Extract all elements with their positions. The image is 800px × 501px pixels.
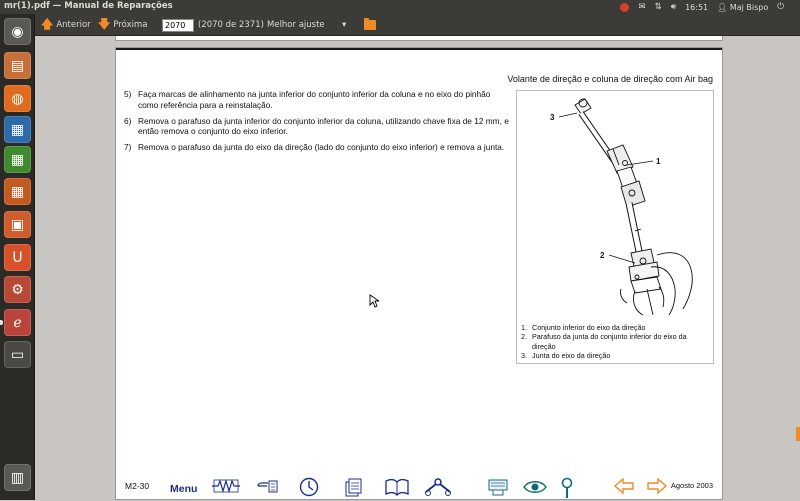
launcher-ubuntu-one[interactable]: U (4, 244, 31, 271)
dash-home-icon: ◉ (11, 23, 24, 40)
callout-1: 1 (656, 157, 661, 166)
legend-text: Parafuso da junta do conjunto inferior d… (532, 332, 687, 351)
legend-number: 2. (521, 332, 527, 342)
tools-icon[interactable] (423, 477, 453, 497)
figure-legend: 1. Conjunto inferior do eixo da direção 2.… (521, 323, 709, 360)
user-name: Maj Bispo (729, 2, 769, 12)
previous-page-label: Anterior (56, 20, 91, 30)
firefox-icon: ◍ (11, 90, 24, 107)
step-text: Faça marcas de alinhamento na junta infe… (138, 89, 491, 110)
arrow-up-icon: 🡅 (41, 16, 54, 31)
folder-icon (364, 18, 376, 30)
network-icon[interactable]: ⇅ (655, 2, 662, 12)
zoom-select[interactable]: Melhor ajuste (267, 14, 325, 36)
page-number-input[interactable] (162, 18, 194, 32)
volume-icon[interactable]: 🔊︎ (671, 2, 676, 12)
top-panel: mr(1).pdf — Manual de Reparações ✉ ⇅ 🔊︎ … (0, 0, 800, 14)
next-page-button[interactable]: 🡇 Próxima (98, 14, 147, 36)
launcher: ◉ ▤ ◍ ▦ ▦ ▦ ▣ U ⚙ ℯ ▭ ▥ (0, 14, 35, 500)
power-icon[interactable]: ⏻ (777, 2, 784, 12)
legend-number: 3. (521, 351, 527, 361)
forward-arrow-icon[interactable] (646, 477, 668, 495)
page-number: M2-30 (125, 481, 150, 491)
launcher-firefox[interactable]: ◍ (4, 85, 31, 112)
page-header-rule (116, 48, 722, 50)
running-indicator (0, 320, 3, 325)
impress-icon: ▦ (10, 183, 25, 200)
callout-2: 2 (600, 251, 605, 260)
step-number: 7) (124, 142, 132, 153)
next-page-label: Próxima (113, 20, 148, 30)
previous-page-strip (115, 36, 723, 41)
book-icon[interactable] (384, 477, 410, 497)
document-area[interactable]: Volante de direção e coluna de direção c… (35, 36, 800, 500)
launcher-software-center[interactable]: ▣ (4, 211, 31, 238)
launcher-document-viewer[interactable]: ℯ (4, 309, 31, 336)
mail-icon[interactable]: ✉ (638, 2, 645, 12)
wiring-diagram-icon[interactable] (211, 477, 241, 495)
files-icon: ▤ (10, 57, 25, 74)
launcher-calc[interactable]: ▦ (4, 146, 31, 173)
user-icon: 👤︎ (717, 2, 730, 12)
workspace-switcher-icon: ▭ (10, 346, 25, 363)
page-footer: M2-30 Menu Agosto 2003 (116, 473, 722, 501)
print-screen-icon[interactable] (487, 477, 509, 497)
ubuntu-one-icon: U (12, 249, 23, 266)
viewer-toolbar: 🡅 Anterior 🡇 Próxima (2070 de 2371) Melh… (35, 14, 800, 36)
pointing-hand-icon[interactable] (256, 477, 280, 495)
legend-item: 3. Junta do eixo da direção (521, 351, 709, 360)
pdf-page: Volante de direção e coluna de direção c… (115, 47, 723, 500)
notification-icon[interactable] (620, 2, 630, 12)
launcher-files[interactable]: ▤ (4, 52, 31, 79)
steering-shaft-illustration: 3 1 2 (550, 98, 693, 316)
user-menu[interactable]: 👤︎ Maj Bispo (717, 3, 768, 12)
legend-text: Junta do eixo da direção (532, 351, 611, 361)
magnifier-icon[interactable] (559, 477, 575, 499)
step-text: Remova o parafuso da junta inferior do c… (138, 115, 509, 137)
step-number: 6) (124, 115, 132, 126)
open-folder-button[interactable] (364, 14, 376, 36)
calc-icon: ▦ (10, 151, 25, 168)
clock[interactable]: 16:51 (685, 3, 708, 12)
previous-page-button[interactable]: 🡅 Anterior (41, 14, 91, 36)
documents-icon[interactable] (344, 477, 364, 497)
zoom-select-value: Melhor ajuste (267, 20, 325, 30)
publication-date: Agosto 2003 (670, 481, 713, 490)
launcher-trash[interactable]: ▥ (4, 464, 31, 491)
trash-icon: ▥ (10, 469, 25, 486)
zoom-dropdown-arrow[interactable]: ▾ (342, 14, 346, 36)
procedure-steps: 5) Faça marcas de alinhamento na junta in… (124, 89, 509, 158)
launcher-dash-home[interactable]: ◉ (4, 18, 31, 45)
section-title: Volante de direção e coluna de direção c… (507, 74, 713, 84)
window-title: mr(1).pdf — Manual de Reparações (4, 1, 173, 11)
procedure-step: 6) Remova o parafuso da junta inferior do… (124, 116, 509, 138)
step-text: Remova o parafuso da junta do eixo da di… (138, 142, 505, 153)
mouse-cursor-icon (369, 294, 379, 308)
legend-number: 1. (521, 323, 527, 332)
steering-shaft-figure: 3 1 2 1. Conjunto inferior do eixo da dir… (516, 90, 714, 364)
scrollbar-position-marker[interactable] (796, 427, 800, 441)
legend-text: Conjunto inferior do eixo da direção (532, 323, 646, 332)
software-center-icon: ▣ (10, 216, 25, 233)
clock-icon[interactable] (298, 477, 320, 497)
launcher-workspace-switcher[interactable]: ▭ (4, 341, 31, 368)
legend-item: 2. Parafuso da junta do conjunto inferior… (521, 332, 709, 351)
eye-icon[interactable] (523, 477, 547, 497)
launcher-writer[interactable]: ▦ (4, 116, 31, 143)
back-arrow-icon[interactable] (613, 477, 635, 495)
callout-3: 3 (550, 113, 555, 122)
procedure-step: 5) Faça marcas de alinhamento na junta in… (124, 89, 509, 111)
procedure-step: 7) Remova o parafuso da junta do eixo da … (124, 142, 509, 153)
legend-item: 1. Conjunto inferior do eixo da direção (521, 323, 709, 332)
menu-link[interactable]: Menu (170, 483, 197, 495)
arrow-down-icon: 🡇 (98, 16, 111, 31)
launcher-system-settings[interactable]: ⚙ (4, 276, 31, 303)
writer-icon: ▦ (10, 121, 25, 138)
launcher-impress[interactable]: ▦ (4, 178, 31, 205)
page-count: (2070 de 2371) (198, 20, 264, 30)
system-settings-icon: ⚙ (11, 281, 24, 298)
indicator-area: ✉ ⇅ 🔊︎ 16:51 👤︎ Maj Bispo ⏻ (620, 0, 784, 14)
document-viewer-icon: ℯ (13, 314, 22, 331)
step-number: 5) (124, 89, 132, 99)
